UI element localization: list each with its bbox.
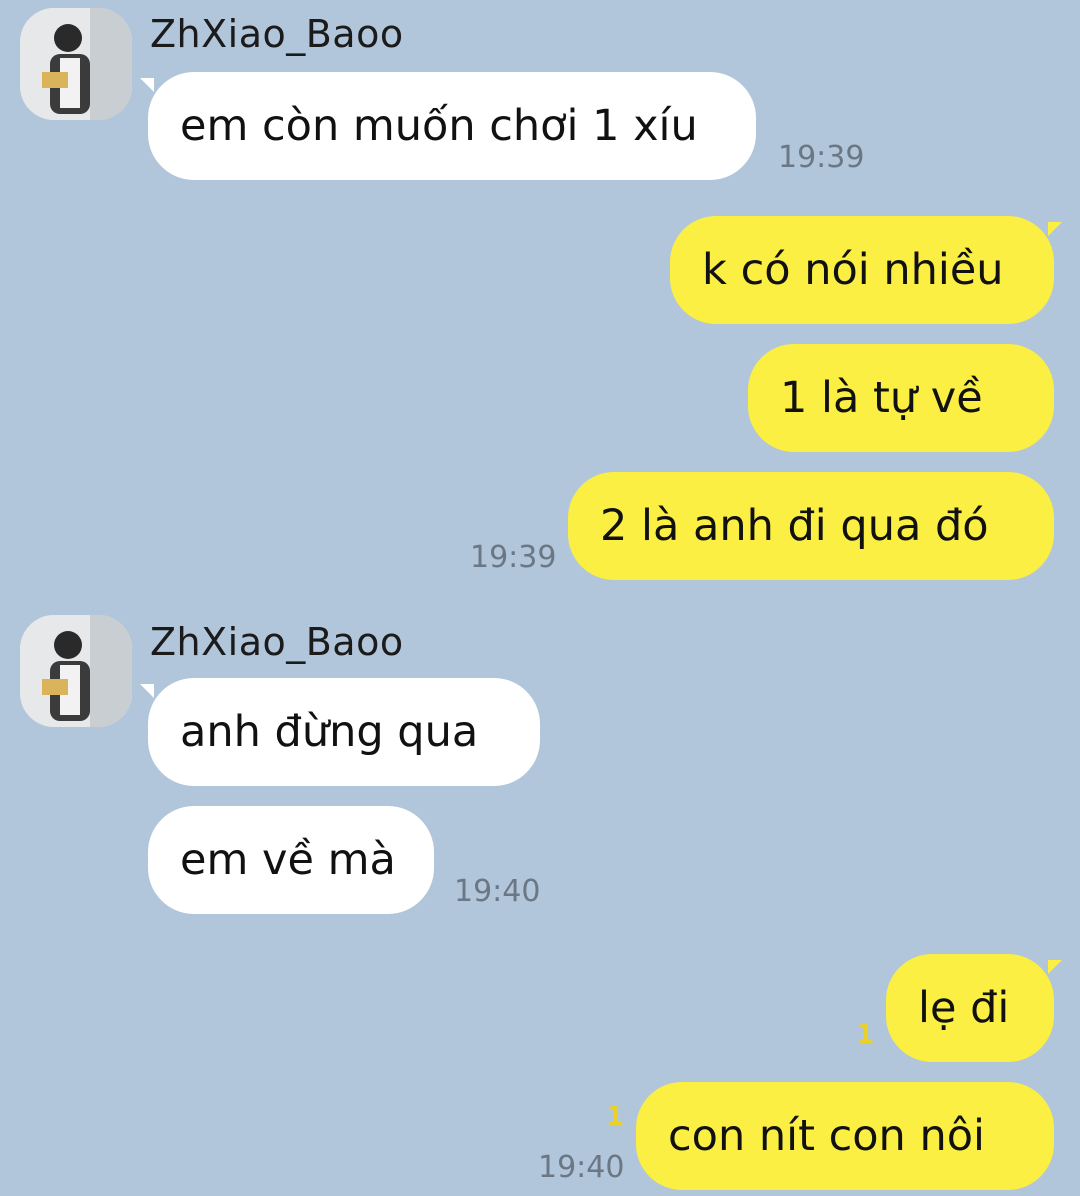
avatar[interactable] <box>20 8 132 120</box>
message-bubble[interactable]: em còn muốn chơi 1 xíu <box>140 72 756 180</box>
message-text: lẹ đi <box>918 983 1010 1033</box>
sender-name: ZhXiao_Baoo <box>150 12 404 56</box>
message-bubble[interactable]: con nít con nôi <box>636 1082 1054 1190</box>
unread-count: 1 <box>606 1102 625 1132</box>
timestamp: 19:39 <box>778 140 865 175</box>
sender-name: ZhXiao_Baoo <box>150 620 404 664</box>
message-bubble[interactable]: 1 là tự về <box>748 344 1054 452</box>
avatar-photo-icon <box>20 8 132 120</box>
avatar[interactable] <box>20 615 132 727</box>
message-text: 2 là anh đi qua đó <box>600 501 989 551</box>
message-bubble[interactable]: em về mà <box>148 806 434 914</box>
message-bubble[interactable]: anh đừng qua <box>140 678 540 786</box>
message-bubble[interactable]: k có nói nhiều <box>670 216 1062 324</box>
timestamp: 19:40 <box>454 874 541 909</box>
avatar-photo-icon <box>20 615 132 727</box>
timestamp: 19:40 <box>538 1150 625 1185</box>
message-text: em về mà <box>180 835 396 885</box>
message-text: con nít con nôi <box>668 1111 985 1161</box>
message-bubble[interactable]: lẹ đi <box>886 954 1062 1062</box>
message-text: em còn muốn chơi 1 xíu <box>180 101 698 151</box>
message-text: k có nói nhiều <box>702 245 1004 295</box>
unread-count: 1 <box>856 1020 875 1050</box>
message-text: anh đừng qua <box>180 707 479 757</box>
message-text: 1 là tự về <box>780 373 983 423</box>
timestamp: 19:39 <box>470 540 557 575</box>
message-bubble[interactable]: 2 là anh đi qua đó <box>568 472 1054 580</box>
